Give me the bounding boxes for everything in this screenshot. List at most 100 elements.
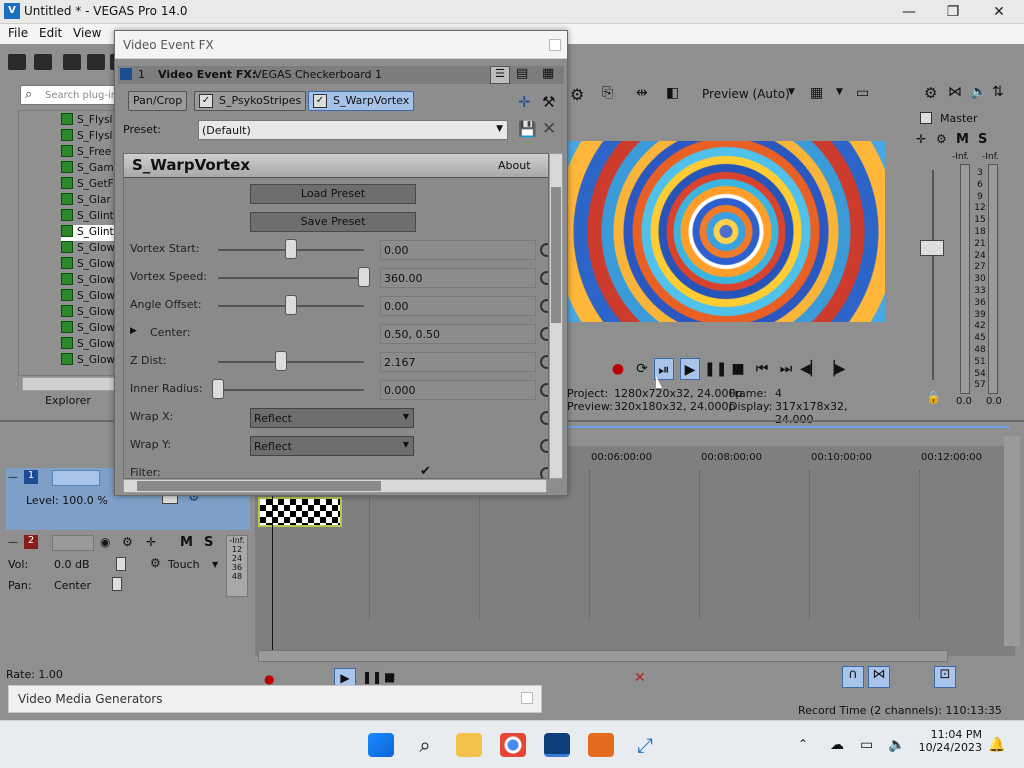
param-value-field[interactable]: 360.00 — [380, 268, 536, 288]
plugin-tree-item[interactable]: S_Glar — [61, 193, 111, 209]
param-value-field[interactable]: 2.167 — [380, 352, 536, 372]
grid-view-icon[interactable]: ▦ — [542, 66, 554, 81]
solo-button[interactable]: S — [204, 535, 213, 550]
master-expand-icon[interactable]: ⋈ — [948, 84, 962, 100]
microsoft-store-icon[interactable] — [588, 733, 614, 757]
wrap-y-dropdown[interactable]: Reflect — [250, 436, 414, 456]
plugin-tree-item[interactable]: S_Flysl — [61, 113, 112, 129]
master-solo-button[interactable]: S — [978, 132, 987, 147]
save-as-icon[interactable] — [86, 54, 105, 70]
plugin-tree-item[interactable]: S_Glow — [61, 321, 115, 337]
tab-explorer[interactable]: Explorer — [34, 394, 102, 412]
chain-checkbox[interactable]: ✓ — [313, 94, 327, 108]
loop-icon[interactable]: ⟳ — [632, 358, 652, 380]
plugin-tree-item[interactable]: S_Glow — [61, 257, 115, 273]
menu-file[interactable]: File — [8, 26, 28, 40]
plugin-tree-item[interactable]: S_Glow — [61, 305, 115, 321]
param-value-field[interactable]: 0.00 — [380, 240, 536, 260]
plug-in-chain-icon[interactable]: ✛ — [518, 93, 531, 111]
grid-dropdown-icon[interactable]: ▼ — [836, 87, 843, 97]
minimize-button[interactable]: — — [886, 0, 932, 24]
record-icon[interactable]: ● — [264, 672, 274, 686]
track-fx-icon[interactable]: ⚙ — [122, 535, 133, 549]
keyframe-toggle-icon[interactable] — [540, 467, 548, 478]
plugin-tree-item[interactable]: S_Glow — [61, 273, 115, 289]
file-explorer-icon[interactable] — [456, 733, 482, 757]
maximize-button[interactable]: ❐ — [930, 0, 976, 24]
system-clock[interactable]: 11:04 PM 10/24/2023 — [916, 728, 982, 754]
plugin-tree-item[interactable]: S_Free — [61, 145, 111, 161]
volume-icon[interactable]: 🔈 — [888, 737, 905, 753]
master-fx-chain-icon[interactable]: ⚙ — [936, 132, 947, 146]
cloud-icon[interactable]: ☁ — [830, 737, 844, 753]
snap-icon[interactable]: ∩ — [842, 666, 864, 688]
plugin-tree-item[interactable]: S_Glint — [61, 209, 114, 225]
remove-plugin-icon[interactable]: ⚒ — [542, 93, 555, 111]
plugin-tree-item[interactable]: S_Gam — [61, 161, 114, 177]
keyframe-toggle-icon[interactable] — [540, 383, 548, 397]
record-icon[interactable]: ● — [608, 358, 628, 380]
param-slider-knob[interactable] — [358, 267, 370, 287]
menu-edit[interactable]: Edit — [39, 26, 62, 40]
ripple-icon[interactable]: ⊡ — [934, 666, 956, 688]
expand-arrow-icon[interactable]: ▶ — [130, 326, 137, 336]
track-name-field[interactable] — [52, 535, 94, 551]
save-icon[interactable] — [63, 54, 81, 70]
master-downmix-icon[interactable]: ⇅ — [992, 84, 1004, 100]
list-view-icon[interactable]: ☰ — [490, 66, 510, 84]
keyframe-toggle-icon[interactable] — [540, 439, 548, 453]
param-slider-track[interactable] — [218, 389, 364, 391]
save-preset-icon[interactable]: 💾 — [518, 120, 537, 138]
start-button-icon[interactable] — [368, 733, 394, 757]
param-slider-knob[interactable] — [285, 295, 297, 315]
explorer-horizontal-scrollbar[interactable] — [22, 377, 118, 391]
master-speaker-icon[interactable]: 🔈 — [970, 84, 987, 100]
keyframe-toggle-icon[interactable] — [540, 299, 548, 313]
delete-icon[interactable]: ✕ — [634, 670, 646, 686]
notification-bell-icon[interactable]: 🔔 — [988, 737, 1005, 753]
param-value-field[interactable]: 0.00 — [380, 296, 536, 316]
network-icon[interactable]: ▭ — [860, 737, 873, 753]
pause-icon[interactable]: ❚❚ — [362, 670, 382, 684]
chevron-down-icon[interactable]: ▼ — [788, 87, 795, 97]
about-button[interactable]: About — [498, 159, 531, 172]
menu-view[interactable]: View — [73, 26, 101, 40]
auto-crossfade-icon[interactable]: ⋈ — [868, 666, 890, 688]
split-view-icon[interactable]: ▤ — [516, 66, 528, 81]
split-screen-icon[interactable]: ⇹ — [636, 85, 648, 101]
track-name-field[interactable] — [52, 470, 100, 486]
stop-icon[interactable]: ■ — [384, 670, 395, 684]
plugin-tree-item[interactable]: S_Glint — [61, 225, 114, 241]
param-slider-track[interactable] — [218, 277, 364, 279]
grid-icon[interactable]: ▦ — [810, 85, 823, 101]
wrap-x-dropdown[interactable]: Reflect — [250, 408, 414, 428]
plugin-tree-item[interactable]: S_Glow — [61, 289, 115, 305]
pause-icon[interactable]: ❚❚ — [704, 358, 727, 380]
keyframe-toggle-icon[interactable] — [540, 355, 548, 369]
plugin-tree-item[interactable]: S_Glow — [61, 241, 115, 257]
plugin-tree-item[interactable]: S_Flysl — [61, 129, 112, 145]
master-fader-handle[interactable] — [920, 240, 944, 256]
plugin-tree-item[interactable]: S_Glow — [61, 353, 115, 369]
close-icon[interactable] — [521, 692, 533, 704]
timeline-horizontal-scrollbar[interactable] — [258, 650, 948, 662]
keyframe-toggle-icon[interactable] — [540, 327, 548, 341]
track-motion-icon[interactable]: ✛ — [146, 535, 156, 549]
loop-region-bar[interactable] — [560, 426, 1010, 428]
next-frame-icon[interactable]: ▕▶ — [824, 358, 846, 380]
go-to-start-icon[interactable]: ⏮ — [752, 358, 772, 380]
chain-item-warpvortex[interactable]: ✓ S_WarpVortex — [308, 91, 415, 111]
chain-item-psykostripes[interactable]: ✓ S_PsykoStripes — [194, 91, 307, 111]
automation-mode[interactable]: Touch — [168, 558, 200, 571]
dialog-title-bar[interactable]: Video Event FX — [115, 31, 567, 59]
param-value-field[interactable]: 0.000 — [380, 380, 536, 400]
close-icon[interactable] — [549, 39, 561, 51]
chevron-down-icon[interactable]: ▼ — [212, 560, 218, 569]
go-to-end-icon[interactable]: ⏭ — [776, 358, 796, 380]
checkerboard-clip[interactable] — [258, 497, 342, 527]
master-mute-button[interactable]: M — [956, 132, 969, 147]
keyframe-toggle-icon[interactable] — [540, 243, 548, 257]
play-icon[interactable]: ▶ — [680, 358, 700, 380]
chevron-up-icon[interactable]: ⌃ — [798, 737, 808, 751]
keyframe-toggle-icon[interactable] — [540, 271, 548, 285]
